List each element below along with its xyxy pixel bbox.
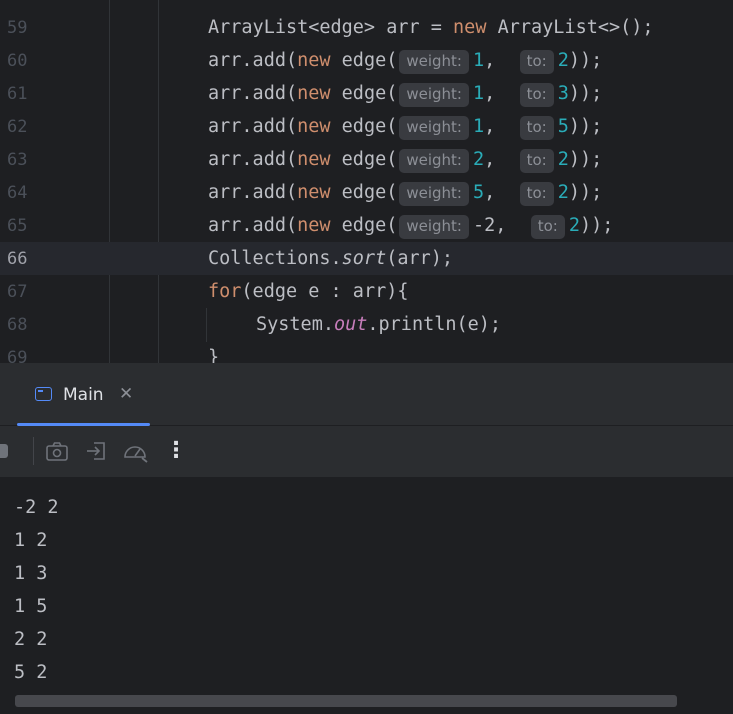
code-line[interactable]: 64 arr.add(new edge(weight: 5, to: 2)); [0, 176, 733, 209]
performance-icon[interactable] [122, 438, 148, 464]
parameter-hint-to: to: [519, 50, 554, 74]
line-number: 60 [7, 51, 28, 71]
line-number: 64 [7, 183, 28, 203]
console-line: -2 2 [14, 497, 59, 518]
line-number: 62 [7, 117, 28, 137]
console-line: 2 2 [14, 629, 48, 650]
code-text: System.out.println(e); [256, 314, 502, 335]
console-line: 1 2 [14, 530, 48, 551]
code-line[interactable]: 60 arr.add(new edge(weight: 1, to: 2)); [0, 44, 733, 77]
line-number: 66 [7, 249, 28, 269]
close-icon[interactable]: ✕ [119, 384, 133, 404]
code-line[interactable]: 62 arr.add(new edge(weight: 1, to: 5)); [0, 110, 733, 143]
parameter-hint-to: to: [519, 83, 554, 107]
code-text: Collections.sort(arr); [208, 248, 454, 269]
code-text: arr.add(new edge(weight: 5, to: 2)); [208, 182, 602, 206]
run-tab-bar: Main ✕ [0, 363, 733, 426]
parameter-hint-weight: weight: [399, 50, 469, 74]
run-toolbar: ⋮ [0, 426, 733, 476]
code-text: arr.add(new edge(weight: 1, to: 5)); [208, 116, 602, 140]
code-line-current[interactable]: 66 Collections.sort(arr); [0, 242, 733, 275]
line-number: 61 [7, 84, 28, 104]
console-line: 5 2 [14, 662, 48, 683]
run-tool-window: Main ✕ ⋮ 1 -2 2 1 2 1 3 1 5 2 2 5 2 [0, 363, 733, 714]
code-text: arr.add(new edge(weight: 2, to: 2)); [208, 149, 602, 173]
tab-main[interactable]: Main ✕ [17, 363, 150, 426]
code-line[interactable]: 69 } [0, 341, 733, 363]
login-icon[interactable] [84, 438, 110, 464]
console-line: 1 [14, 477, 25, 483]
code-text: } [208, 347, 220, 363]
parameter-hint-to: to: [530, 215, 565, 239]
parameter-hint-weight: weight: [399, 83, 469, 107]
horizontal-scrollbar[interactable] [15, 695, 677, 707]
code-text: ArrayList<edge> arr = new ArrayList<>(); [208, 17, 654, 38]
console-output[interactable]: 1 -2 2 1 2 1 3 1 5 2 2 5 2 [0, 477, 733, 714]
more-icon[interactable]: ⋮ [163, 438, 189, 464]
code-line[interactable]: 63 arr.add(new edge(weight: 2, to: 2)); [0, 143, 733, 176]
code-line[interactable]: 68 System.out.println(e); [0, 308, 733, 341]
line-number: 59 [7, 18, 28, 38]
parameter-hint-weight: weight: [399, 149, 469, 173]
code-editor[interactable]: 58 59 ArrayList<edge> arr = new ArrayLis… [0, 0, 733, 363]
console-line: 1 3 [14, 563, 48, 584]
parameter-hint-to: to: [519, 149, 554, 173]
code-text: arr.add(new edge(weight: 1, to: 2)); [208, 50, 602, 74]
parameter-hint-weight: weight: [399, 182, 469, 206]
code-line[interactable]: 67 for(edge e : arr){ [0, 275, 733, 308]
code-line[interactable]: 59 ArrayList<edge> arr = new ArrayList<>… [0, 11, 733, 44]
line-number: 63 [7, 150, 28, 170]
code-line[interactable]: 65 arr.add(new edge(weight: -2, to: 2)); [0, 209, 733, 242]
console-line: 1 5 [14, 596, 48, 617]
line-number: 67 [7, 282, 28, 302]
stop-icon[interactable] [0, 438, 18, 464]
toolbar-separator [33, 437, 34, 465]
code-line[interactable]: 61 arr.add(new edge(weight: 1, to: 3)); [0, 77, 733, 110]
code-line-partial: 58 [0, 0, 733, 11]
code-text: arr.add(new edge(weight: -2, to: 2)); [208, 215, 613, 239]
parameter-hint-weight: weight: [399, 116, 469, 140]
parameter-hint-to: to: [519, 116, 554, 140]
console-icon [35, 387, 52, 401]
line-number: 69 [7, 348, 28, 363]
camera-icon[interactable] [44, 438, 70, 464]
parameter-hint-weight: weight: [399, 215, 469, 239]
line-number: 65 [7, 216, 28, 236]
tab-label: Main [63, 385, 104, 405]
line-number: 68 [7, 315, 28, 335]
code-text: for(edge e : arr){ [208, 281, 409, 302]
code-text: arr.add(new edge(weight: 1, to: 3)); [208, 83, 602, 107]
parameter-hint-to: to: [519, 182, 554, 206]
